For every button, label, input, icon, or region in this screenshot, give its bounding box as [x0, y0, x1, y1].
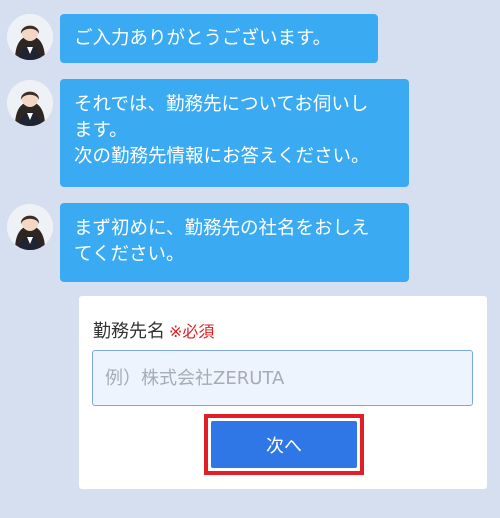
- chat-message-line: まず初めに、勤務先の社名をおしえ: [74, 218, 370, 239]
- next-button[interactable]: 次へ: [211, 421, 357, 468]
- user-avatar-icon: [7, 14, 53, 60]
- company-name-input[interactable]: [92, 350, 473, 406]
- operator-avatar: [7, 204, 53, 250]
- chat-message-line: ます。: [74, 120, 128, 141]
- chat-message-line: 次の勤務先情報にお答えください。: [74, 146, 370, 167]
- user-avatar-icon: [7, 204, 53, 250]
- operator-avatar: [7, 80, 53, 126]
- company-name-label-text: 勤務先名: [93, 321, 165, 342]
- chat-message-3: まず初めに、勤務先の社名をおしえ てください。: [60, 203, 409, 282]
- next-button-highlight: 次へ: [204, 414, 364, 475]
- chat-message-line: それでは、勤務先についてお伺いし: [74, 94, 369, 115]
- chat-message-1: ご入力ありがとうございます。: [60, 14, 378, 63]
- user-avatar-icon: [7, 80, 53, 126]
- required-badge: ※必須: [169, 322, 215, 341]
- chat-message-line: ご入力ありがとうございます。: [74, 28, 332, 49]
- company-name-form: 勤務先名※必須 次へ: [79, 296, 487, 489]
- operator-avatar: [7, 14, 53, 60]
- chat-message-2: それでは、勤務先についてお伺いし ます。 次の勤務先情報にお答えください。: [60, 79, 409, 187]
- company-name-label: 勤務先名 ※必須: [93, 317, 214, 343]
- chat-message-line: てください。: [74, 244, 185, 265]
